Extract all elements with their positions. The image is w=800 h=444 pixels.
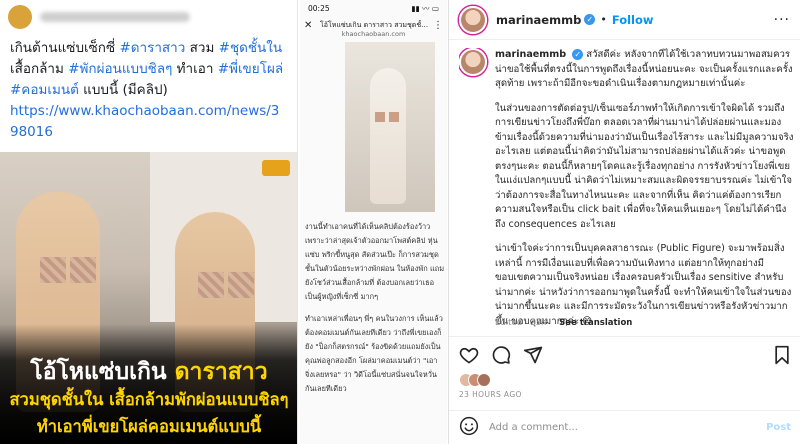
censor-block bbox=[198, 272, 224, 298]
heart-icon[interactable] bbox=[459, 345, 479, 365]
post-time-ago[interactable]: 23 HOURS AGO bbox=[459, 390, 522, 399]
article-photo[interactable] bbox=[345, 42, 435, 212]
censor-block bbox=[70, 257, 96, 283]
liker-avatar bbox=[477, 373, 491, 387]
more-options-icon[interactable]: ··· bbox=[774, 12, 790, 28]
headline-line-3: ทำเอาพี่เขยโผล่คอมเมนต์แบบนี้ bbox=[36, 417, 262, 436]
headline-line-1: โอ้โหแซ่บเกิน ดาราสาว bbox=[0, 354, 297, 390]
more-icon[interactable]: ⋮ bbox=[433, 20, 443, 31]
caption-meta: Edited · 23h See translation bbox=[495, 318, 642, 328]
separator-dot: • bbox=[600, 13, 607, 26]
caption-paragraph-2: ในส่วนของการตัดต่อรูป/เซ็นเซอร์ภาพทำให้เ… bbox=[495, 102, 794, 230]
article-body: งานนี้ทำเอาคนที่ได้เห็นคลิปต้องร้องว้าว … bbox=[305, 220, 445, 404]
action-bar bbox=[449, 336, 800, 372]
emoji-icon[interactable] bbox=[459, 416, 479, 440]
post-text-fragment: สวม bbox=[185, 40, 219, 56]
hashtag-link[interactable]: #พี่เขยโผล่ bbox=[218, 61, 283, 77]
hashtag-link[interactable]: #พักผ่อนแบบชิลๆ bbox=[68, 61, 172, 77]
censor-block bbox=[40, 257, 66, 283]
caption-text: marinaemmb ✓ สวัสดีค่ะ หลังจากที่ได้ใช้เ… bbox=[495, 48, 795, 328]
photo-figure bbox=[370, 68, 406, 204]
article-paragraph: ทำเอาเหล่าเพื่อนๆ พี่ๆ คนในวงการ เห็นแล้… bbox=[305, 314, 443, 393]
censor-block bbox=[389, 112, 399, 122]
status-time: 00:25 bbox=[308, 3, 330, 13]
post-text-fragment: ทำเอา bbox=[172, 61, 218, 77]
censor-block bbox=[375, 112, 385, 122]
verified-badge-icon: ✓ bbox=[584, 14, 596, 25]
instagram-post-panel: marinaemmb ✓ • Follow ··· marinaemmb ✓ ส… bbox=[448, 0, 800, 444]
ig-header: marinaemmb ✓ • Follow ··· bbox=[449, 0, 800, 40]
hashtag-link[interactable]: #คอมเมนต์ bbox=[10, 82, 79, 98]
post-text-fragment: เกินต้านแซ่บเซ็กซี่ bbox=[10, 40, 120, 56]
comment-bar: Add a comment... Post bbox=[449, 410, 800, 444]
username[interactable]: marinaemmb bbox=[496, 13, 581, 27]
hashtag-link[interactable]: #ดาราสาว bbox=[119, 40, 185, 56]
article-paragraph: งานนี้ทำเอาคนที่ได้เห็นคลิปต้องร้องว้าว … bbox=[305, 222, 445, 301]
bookmark-icon[interactable] bbox=[773, 345, 791, 365]
share-icon[interactable] bbox=[523, 345, 543, 365]
headline-white: โอ้โหแซ่บเกิน bbox=[30, 359, 167, 385]
caption: marinaemmb ✓ สวัสดีค่ะ หลังจากที่ได้ใช้เ… bbox=[459, 48, 795, 328]
caption-username[interactable]: marinaemmb bbox=[495, 49, 566, 60]
comment-icon[interactable] bbox=[491, 345, 511, 365]
hashtag-link[interactable]: #ชุดชั้นใน bbox=[219, 40, 282, 56]
headline-overlay: โอ้โหแซ่บเกิน ดาราสาว สวมชุดชั้นใน เสื้อ… bbox=[0, 324, 297, 444]
site-logo bbox=[262, 160, 290, 176]
post-photo[interactable]: โอ้โหแซ่บเกิน ดาราสาว สวมชุดชั้นใน เสื้อ… bbox=[0, 152, 297, 444]
edited-label: Edited · 23h bbox=[495, 318, 547, 328]
follow-button[interactable]: Follow bbox=[612, 13, 654, 27]
post-text: เกินต้านแซ่บเซ็กซี่ #ดาราสาว สวม #ชุดชั้… bbox=[0, 34, 297, 143]
status-bar: 00:25 ▮▮ 〰 ▭ bbox=[300, 0, 447, 16]
page-avatar[interactable] bbox=[8, 5, 32, 29]
phone-article-panel: 00:25 ▮▮ 〰 ▭ ✕ โอ้โหแซ่บเกิน ดาราสาว สวม… bbox=[300, 0, 447, 444]
post-text-fragment: แบบนี้ (มีคลิป) bbox=[78, 82, 168, 98]
comment-input[interactable]: Add a comment... bbox=[489, 422, 756, 433]
facebook-post-panel: เกินต้านแซ่บเซ็กซี่ #ดาราสาว สวม #ชุดชั้… bbox=[0, 0, 298, 444]
headline-yellow: ดาราสาว bbox=[174, 359, 268, 385]
avatar[interactable] bbox=[459, 5, 487, 34]
headline-line-2: สวมชุดชั้นใน เสื้อกล้ามพักผ่อนแบบชิลๆ bbox=[9, 390, 289, 409]
post-header bbox=[0, 0, 297, 34]
verified-badge-icon: ✓ bbox=[572, 48, 584, 60]
close-icon[interactable]: ✕ bbox=[304, 20, 316, 31]
news-link[interactable]: https://www.khaochaobaan.com/news/398016 bbox=[10, 103, 279, 140]
censor-block bbox=[228, 272, 254, 298]
caption-paragraph-1: marinaemmb ✓ สวัสดีค่ะ หลังจากที่ได้ใช้เ… bbox=[495, 48, 795, 92]
post-button[interactable]: Post bbox=[766, 422, 791, 433]
caption-avatar[interactable] bbox=[459, 48, 487, 76]
blurred-page-name bbox=[40, 12, 190, 22]
see-translation-link[interactable]: See translation bbox=[559, 318, 632, 328]
status-icons: ▮▮ 〰 ▭ bbox=[411, 3, 439, 13]
page-domain: khaochaobaan.com bbox=[341, 30, 406, 38]
likers-avatars[interactable] bbox=[459, 372, 491, 388]
caption-paragraph-3: น่าเข้าใจค่ะว่าการเป็นบุคคลสาธารณะ (Publ… bbox=[495, 243, 792, 327]
post-text-fragment: เสื้อกล้าม bbox=[10, 61, 69, 77]
page-title: โอ้โหแซ่บเกิน ดาราสาว สวมชุดชั้นใน เสื้อ… bbox=[320, 20, 429, 29]
